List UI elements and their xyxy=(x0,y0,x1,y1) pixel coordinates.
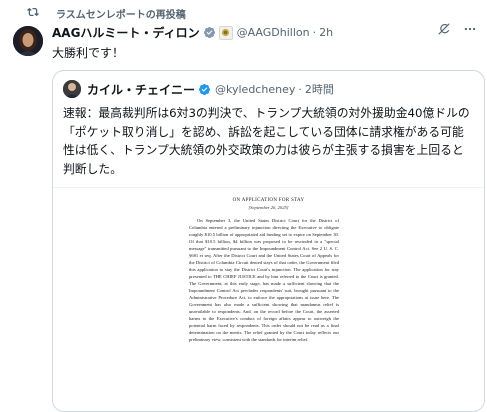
repost-icon xyxy=(27,7,39,17)
tweet-header: AAGハルミート・ディロン @AAGDhillon · 2h xyxy=(52,24,333,41)
quoted-author-name[interactable]: カイル・チェイニー xyxy=(87,81,195,98)
quoted-text: 速報：最高裁判所は6対3の判決で、トランプ大統領の対外援助金40億ドルの「ポケッ… xyxy=(63,106,470,176)
repost-indicator: ラスムセンレポートの再投稿 xyxy=(27,5,186,21)
quoted-header: カイル・チェイニー @kyledcheney · 2時間 xyxy=(63,80,334,98)
document-image[interactable]: ON APPLICATION FOR STAY [September 26, 2… xyxy=(53,187,484,411)
verified-badge-icon xyxy=(203,26,216,39)
more-icon[interactable] xyxy=(463,22,477,36)
verified-badge-icon xyxy=(198,83,211,96)
author-name[interactable]: AAGハルミート・ディロン xyxy=(52,24,200,41)
quoted-tweet[interactable]: カイル・チェイニー @kyledcheney · 2時間 速報：最高裁判所は6対… xyxy=(52,70,485,412)
quoted-avatar[interactable] xyxy=(63,80,81,98)
document-heading: ON APPLICATION FOR STAY xyxy=(232,198,305,203)
dot-separator: · xyxy=(312,26,317,39)
quoted-timestamp[interactable]: 2時間 xyxy=(305,81,334,97)
document-body: On September 3, the United States Distri… xyxy=(189,218,339,343)
quoted-author-handle[interactable]: @kyledcheney xyxy=(215,83,295,96)
tweet-actions xyxy=(437,22,477,36)
grok-icon[interactable] xyxy=(437,22,451,36)
avatar[interactable] xyxy=(13,26,43,56)
author-handle[interactable]: @AAGDhillon xyxy=(237,26,310,39)
timestamp[interactable]: 2h xyxy=(319,26,333,39)
tweet-text: 大勝利です！ xyxy=(52,46,125,60)
document-date: [September 26, 2025] xyxy=(248,205,289,210)
dot-separator: · xyxy=(298,82,302,96)
affiliation-badge-icon xyxy=(218,25,233,40)
repost-label: ラスムセンレポートの再投稿 xyxy=(56,9,186,21)
